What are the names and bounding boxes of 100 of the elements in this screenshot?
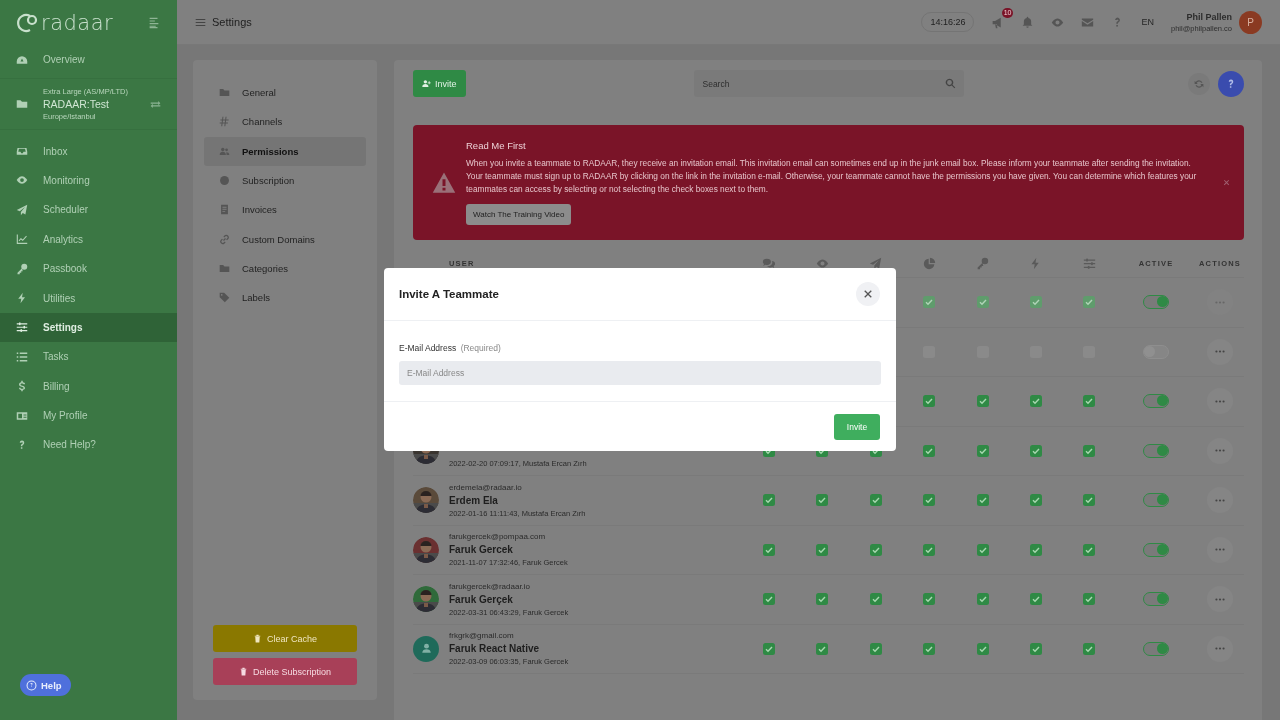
checkbox[interactable]	[1083, 593, 1096, 606]
toggle-switch[interactable]	[1143, 542, 1169, 557]
checkbox[interactable]	[1029, 593, 1042, 606]
checkbox[interactable]	[923, 494, 936, 507]
menu-toggle-button[interactable]	[147, 15, 161, 30]
refresh-button[interactable]	[1188, 72, 1210, 95]
invite-button[interactable]: Invite	[413, 70, 466, 97]
checkbox[interactable]	[762, 642, 775, 655]
notice-text: When you invite a teammate to RADAAR, they receive an invitation email. This invitation email can sometimes end up in the junk email box. Please inform your teammate after sending the invitation. Your teammate must sign up to RADAAR by clicking on the link in the invitation e-mail. Otherwise, your teammate cannot have the permissions you have given. You can determine which features your teammates can access by selecting or not selecting the check boxes next to them.	[466, 157, 1198, 196]
checkbox[interactable]	[869, 642, 882, 655]
checkbox[interactable]	[976, 395, 989, 408]
checkbox[interactable]	[1029, 494, 1042, 507]
settings-menu-item[interactable]: Categories	[204, 253, 366, 284]
eye-icon	[1051, 15, 1065, 29]
settings-menu-item[interactable]: Invoices	[204, 195, 366, 225]
checkbox[interactable]	[1029, 642, 1042, 655]
language-selector[interactable]: EN	[1141, 17, 1154, 27]
bell-icon	[1021, 15, 1035, 29]
checkbox[interactable]	[816, 543, 829, 556]
checkbox[interactable]	[976, 543, 989, 556]
sidebar-item[interactable]: Tasks	[0, 342, 177, 372]
trash-icon	[238, 667, 248, 676]
sidebar-item[interactable]: Monitoring	[0, 165, 177, 196]
sidebar-item[interactable]: Need Help?	[0, 430, 177, 460]
close-button[interactable]	[856, 282, 880, 306]
invite-button[interactable]: Invite	[834, 413, 880, 440]
user-avatar[interactable]: P	[1239, 10, 1262, 34]
sidebar-item[interactable]: My Profile	[0, 400, 177, 431]
checkbox[interactable]	[1083, 444, 1096, 457]
checkbox[interactable]	[869, 543, 882, 556]
more-icon	[1215, 498, 1225, 502]
checkbox[interactable]	[976, 494, 989, 507]
actions-button[interactable]	[1207, 487, 1233, 514]
actions-button[interactable]	[1207, 586, 1233, 613]
link-icon	[219, 233, 230, 245]
checkbox[interactable]	[923, 444, 936, 457]
settings-menu-item[interactable]: General	[204, 78, 366, 108]
user-name: Faruk Gerçek	[449, 593, 514, 605]
sidebar-item[interactable]: Analytics	[0, 224, 177, 254]
checkbox[interactable]	[816, 593, 829, 606]
sidebar-item[interactable]: Inbox	[0, 136, 177, 166]
warning-icon	[432, 170, 456, 195]
inbox-icon	[16, 145, 28, 158]
checkbox[interactable]	[762, 593, 775, 606]
help-button[interactable]: Help	[20, 674, 71, 696]
checkbox[interactable]	[923, 642, 936, 655]
checkbox[interactable]	[816, 494, 829, 507]
checkbox[interactable]	[1083, 543, 1096, 556]
checkbox[interactable]	[869, 593, 882, 606]
clear-cache-button[interactable]: Clear Cache	[213, 625, 357, 652]
sidebar-item[interactable]: Billing	[0, 371, 177, 401]
help-button[interactable]	[1218, 70, 1244, 97]
toggle-switch[interactable]	[1143, 641, 1169, 656]
eye-icon	[815, 257, 829, 270]
checkbox[interactable]	[1083, 395, 1096, 408]
logo[interactable]: radaar	[16, 10, 114, 35]
toggle-switch[interactable]	[1143, 493, 1169, 508]
checkbox[interactable]	[1029, 444, 1042, 457]
delete-subscription-button[interactable]: Delete Subscription	[213, 658, 357, 685]
settings-menu-item[interactable]: Permissions	[204, 136, 366, 166]
checkbox[interactable]	[869, 494, 882, 507]
settings-menu-item[interactable]: Custom Domains	[204, 224, 366, 254]
actions-button[interactable]	[1207, 536, 1233, 563]
sidebar-item[interactable]: Settings	[0, 312, 177, 343]
checkbox[interactable]	[976, 593, 989, 606]
checkbox[interactable]	[976, 642, 989, 655]
checkbox[interactable]	[923, 395, 936, 408]
checkbox[interactable]	[816, 642, 829, 655]
settings-menu-item[interactable]: Channels	[204, 107, 366, 137]
close-button[interactable]	[1223, 179, 1230, 186]
checkbox[interactable]	[923, 543, 936, 556]
search-icon	[944, 78, 956, 89]
sidebar-item[interactable]: Passbook	[0, 253, 177, 284]
sidebar-item[interactable]: Utilities	[0, 283, 177, 313]
toggle-switch[interactable]	[1143, 443, 1169, 458]
sidebar-item[interactable]: Overview	[0, 45, 177, 75]
checkbox[interactable]	[762, 494, 775, 507]
checkbox[interactable]	[1083, 642, 1096, 655]
actions-button[interactable]	[1207, 635, 1233, 662]
actions-button[interactable]	[1207, 338, 1233, 365]
training-video-button[interactable]: Watch The Training Video	[466, 204, 572, 225]
search-field[interactable]: Search	[693, 70, 964, 97]
page-title: Settings	[212, 16, 252, 28]
checkbox[interactable]	[1029, 543, 1042, 556]
toggle-switch[interactable]	[1143, 394, 1169, 409]
refresh-icon	[1194, 78, 1204, 89]
checkbox[interactable]	[923, 593, 936, 606]
sidebar-item[interactable]: Scheduler	[0, 195, 177, 225]
toggle-switch[interactable]	[1143, 592, 1169, 607]
settings-menu-item[interactable]: Labels	[204, 283, 366, 313]
email-field[interactable]: E-Mail Address	[399, 361, 881, 385]
actions-button[interactable]	[1207, 388, 1233, 415]
actions-button[interactable]	[1207, 437, 1233, 464]
checkbox[interactable]	[762, 543, 775, 556]
notice-title: Read Me First	[466, 140, 526, 151]
checkbox[interactable]	[1029, 395, 1042, 408]
add-user-icon	[422, 79, 431, 88]
checkbox[interactable]	[1083, 494, 1096, 507]
checkbox[interactable]	[976, 444, 989, 457]
settings-menu-item[interactable]: Subscription	[204, 165, 366, 196]
